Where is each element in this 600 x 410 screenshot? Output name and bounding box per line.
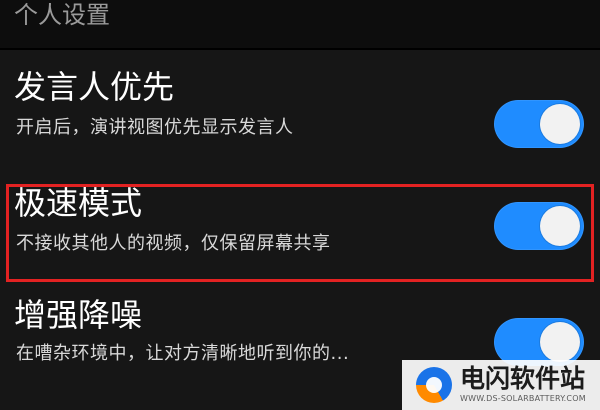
watermark-logo-icon [416,367,452,403]
settings-header: 个人设置 [0,0,600,48]
toggle-knob [540,322,580,362]
settings-list: 发言人优先 开启后，演讲视图优先显示发言人 极速模式 不接收其他人的视频，仅保留… [0,50,600,410]
setting-description: 不接收其他人的视频，仅保留屏幕共享 [16,233,331,254]
watermark-title: 电闪软件站 [460,364,586,393]
page-title: 个人设置 [14,1,110,29]
setting-description: 在嘈杂环境中，让对方清晰地听到你的... [16,343,350,364]
watermark: 电闪软件站 WWW.DS-SOLARBATTERY.COM [402,360,600,410]
toggle-knob [540,206,580,246]
fast-mode-toggle[interactable] [494,202,584,250]
watermark-url: WWW.DS-SOLARBATTERY.COM [460,394,586,403]
setting-title: 增强降噪 [14,296,143,334]
toggle-knob [540,104,580,144]
setting-title: 极速模式 [14,184,143,222]
speaker-priority-toggle[interactable] [494,100,584,148]
setting-title: 发言人优先 [14,68,175,106]
setting-row-fast-mode: 极速模式 不接收其他人的视频，仅保留屏幕共享 [0,184,600,282]
noise-reduction-toggle[interactable] [494,318,584,366]
setting-row-speaker-priority: 发言人优先 开启后，演讲视图优先显示发言人 [0,68,600,170]
setting-description: 开启后，演讲视图优先显示发言人 [16,117,294,138]
